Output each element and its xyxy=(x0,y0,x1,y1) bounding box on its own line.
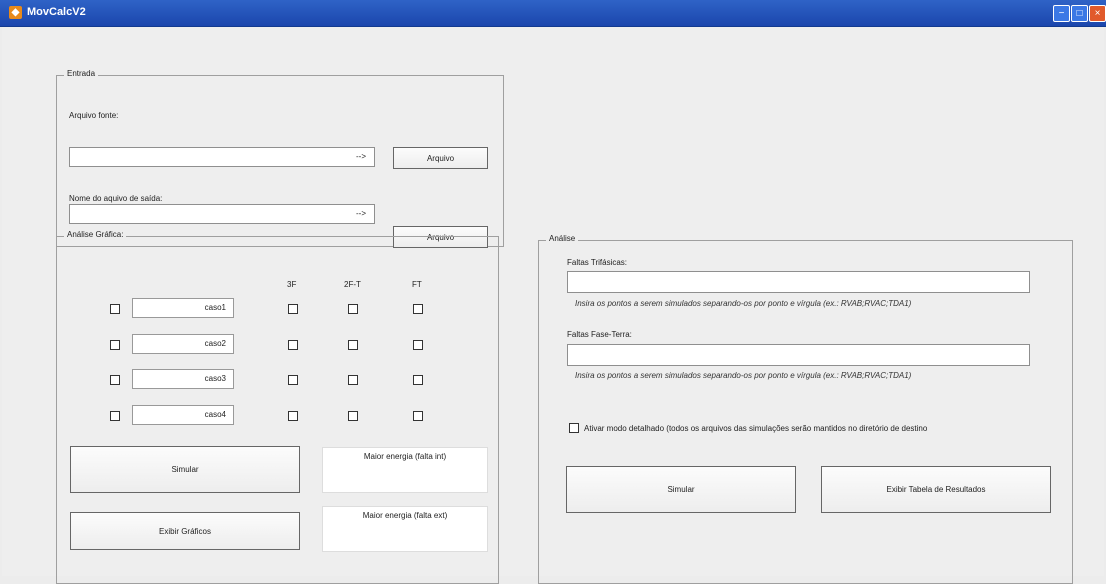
max-energy-int-label: Maior energia (falta int) xyxy=(363,452,447,461)
output-file-label: Nome do aquivo de saída: xyxy=(69,194,163,203)
output-file-input[interactable]: --> xyxy=(69,204,375,224)
case4-select-checkbox[interactable] xyxy=(110,411,120,421)
case3-ft-checkbox[interactable] xyxy=(413,375,423,385)
case4-2f-t-checkbox[interactable] xyxy=(348,411,358,421)
ground-fault-input[interactable] xyxy=(567,344,1030,366)
three-phase-hint: Insira os pontos a serem simulados separ… xyxy=(575,299,912,308)
source-file-button[interactable]: Arquivo xyxy=(393,147,488,169)
case1-2f-t-checkbox[interactable] xyxy=(348,304,358,314)
ground-fault-hint: Insira os pontos a serem simulados separ… xyxy=(575,371,912,380)
max-energy-int-box: Maior energia (falta int) xyxy=(322,447,488,493)
source-arrow-icon: --> xyxy=(356,152,366,161)
three-phase-label: Faltas Trifásicas: xyxy=(567,258,628,267)
show-graphs-button[interactable]: Exibir Gráficos xyxy=(70,512,300,550)
header-2f-t: 2F-T xyxy=(344,280,361,289)
ground-fault-label: Faltas Fase-Terra: xyxy=(567,330,632,339)
detailed-mode-checkbox[interactable] xyxy=(569,423,579,433)
entrada-title: Entrada xyxy=(64,69,99,78)
analise-grafica-title: Análise Gráfica: xyxy=(64,230,127,239)
window-title-bar: ◆ MovCalcV2 − □ × xyxy=(0,0,1106,27)
max-energy-ext-box: Maior energia (falta ext) xyxy=(322,506,488,552)
maximize-icon[interactable]: □ xyxy=(1071,5,1088,22)
case1-field[interactable]: caso1 xyxy=(132,298,234,318)
case4-3f-checkbox[interactable] xyxy=(288,411,298,421)
case2-3f-checkbox[interactable] xyxy=(288,340,298,350)
analise-grafica-panel: Análise Gráfica: 3F 2F-T FT caso1 caso2 … xyxy=(56,230,499,584)
header-3f: 3F xyxy=(287,280,297,289)
source-file-input[interactable]: --> xyxy=(69,147,375,167)
simulate-graphs-button[interactable]: Simular xyxy=(70,446,300,493)
detailed-mode-label: Ativar modo detalhado (todos os arquivos… xyxy=(584,424,928,433)
main-window-client: Entrada Arquivo fonte: --> Arquivo Nome … xyxy=(2,27,1104,584)
case2-select-checkbox[interactable] xyxy=(110,340,120,350)
case2-ft-checkbox[interactable] xyxy=(413,340,423,350)
three-phase-input[interactable] xyxy=(567,271,1030,293)
show-results-table-button[interactable]: Exibir Tabela de Resultados xyxy=(821,466,1051,513)
output-arrow-icon: --> xyxy=(356,209,366,218)
case1-select-checkbox[interactable] xyxy=(110,304,120,314)
case1-3f-checkbox[interactable] xyxy=(288,304,298,314)
case1-ft-checkbox[interactable] xyxy=(413,304,423,314)
case4-ft-checkbox[interactable] xyxy=(413,411,423,421)
analise-panel: Análise Faltas Trifásicas: Insira os pon… xyxy=(538,234,1073,584)
entrada-panel: Entrada Arquivo fonte: --> Arquivo Nome … xyxy=(56,69,504,248)
case3-field[interactable]: caso3 xyxy=(132,369,234,389)
case2-2f-t-checkbox[interactable] xyxy=(348,340,358,350)
case4-field[interactable]: caso4 xyxy=(132,405,234,425)
header-ft: FT xyxy=(412,280,422,289)
window-title: MovCalcV2 xyxy=(27,6,86,18)
case3-select-checkbox[interactable] xyxy=(110,375,120,385)
max-energy-ext-label: Maior energia (falta ext) xyxy=(362,511,448,520)
source-file-label: Arquivo fonte: xyxy=(69,111,119,120)
matlab-icon: ◆ xyxy=(9,6,22,19)
simulate-button[interactable]: Simular xyxy=(566,466,796,513)
analise-title: Análise xyxy=(546,234,579,243)
case3-3f-checkbox[interactable] xyxy=(288,375,298,385)
case3-2f-t-checkbox[interactable] xyxy=(348,375,358,385)
case2-field[interactable]: caso2 xyxy=(132,334,234,354)
minimize-icon[interactable]: − xyxy=(1053,5,1070,22)
close-icon[interactable]: × xyxy=(1089,5,1106,22)
